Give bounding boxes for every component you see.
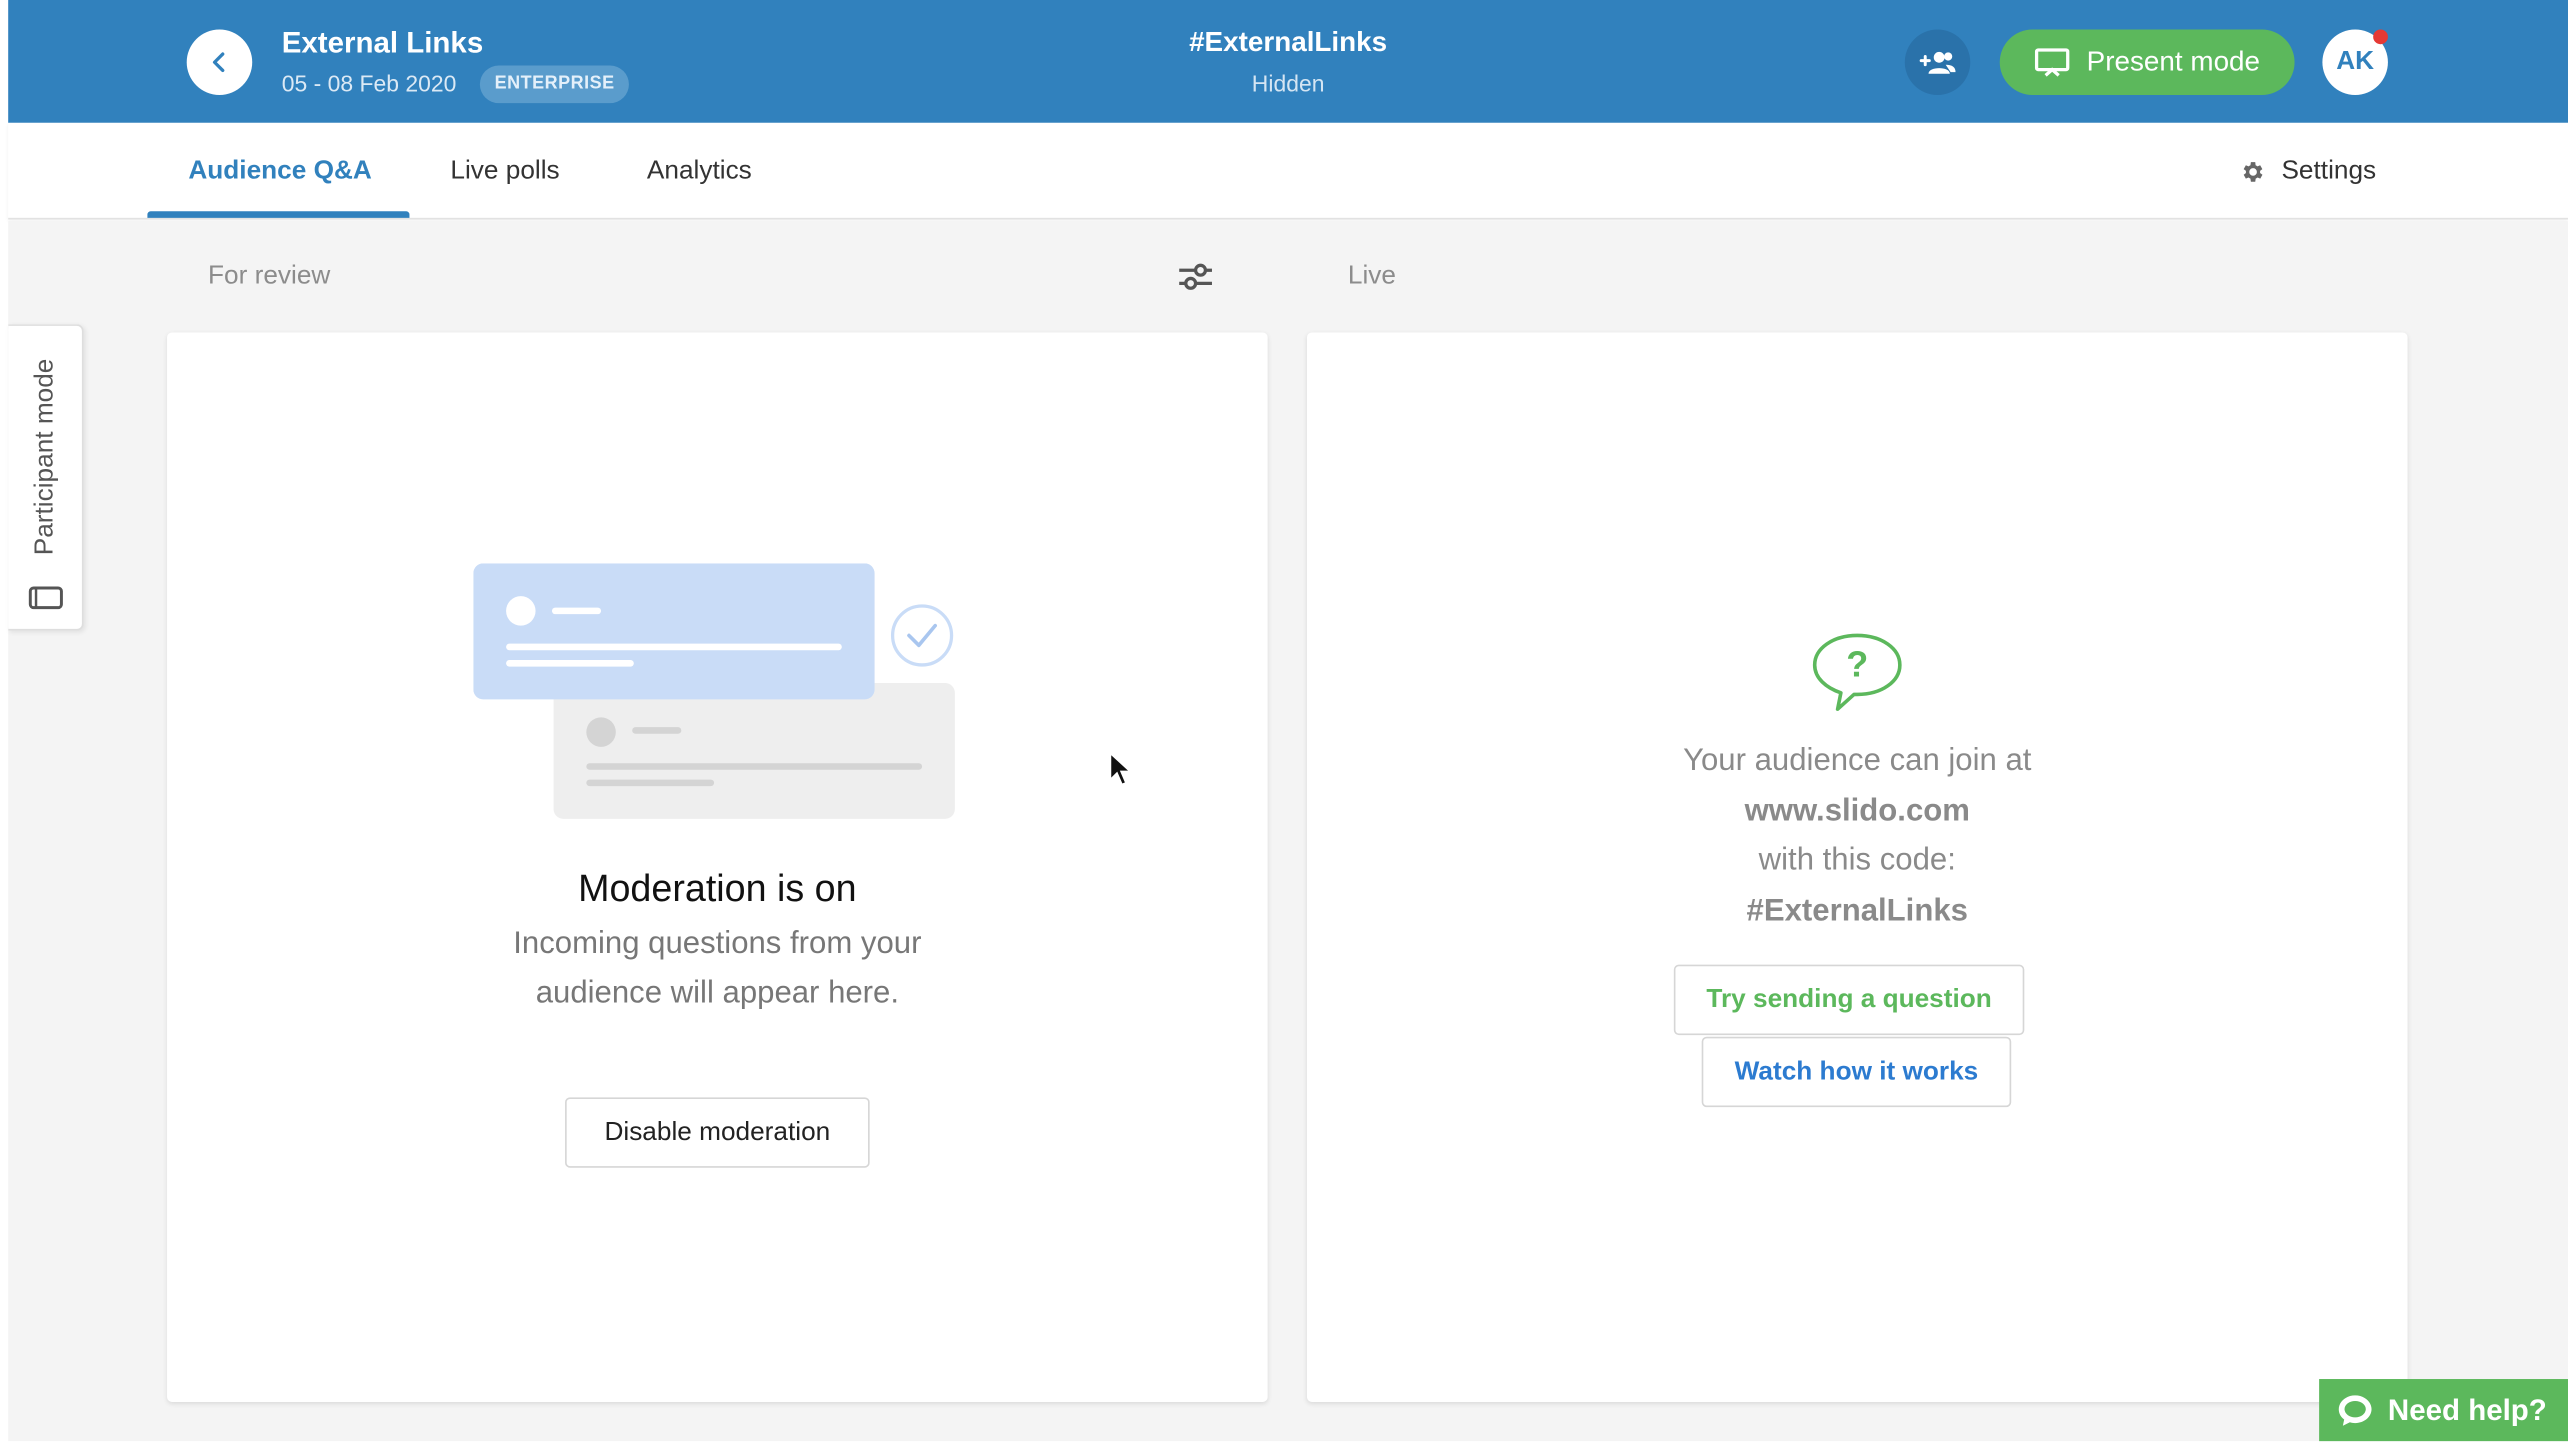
moderation-description: Incoming questions from your audience wi… [513,926,922,1011]
present-mode-label: Present mode [2086,45,2261,77]
moderation-illustration [473,563,955,819]
join-code: #ExternalLinks [1746,893,1968,928]
disable-moderation-button[interactable]: Disable moderation [565,1097,870,1168]
need-help-button[interactable]: Need help? [2319,1379,2568,1442]
settings-button[interactable]: Settings [2239,157,2376,186]
moderation-title: Moderation is on [578,866,857,909]
add-user-icon [1919,51,1956,74]
gear-icon [2243,162,2263,182]
chat-bubble-icon [2338,1395,2372,1426]
join-line-1: Your audience can join at [1683,743,2032,778]
tab-analytics[interactable]: Analytics [647,157,752,186]
filter-sliders-icon[interactable] [1178,260,1214,293]
mouse-cursor-icon [1109,751,1132,786]
monitor-icon [2035,48,2070,77]
join-url: www.slido.com [1744,793,1970,828]
present-mode-button[interactable]: Present mode [1999,29,2295,95]
top-header: External Links 05 - 08 Feb 2020 ENTERPRI… [8,0,2568,123]
add-user-button[interactable] [1904,29,1971,95]
join-line-3: with this code: [1758,843,1956,878]
device-icon [28,586,63,610]
window-edge [0,0,9,1442]
review-panel: Moderation is on Incoming questions from… [167,332,1268,1402]
svg-text:?: ? [1846,643,1868,684]
participant-mode-tab[interactable]: Participant mode [8,324,84,631]
participant-mode-label: Participant mode [31,358,59,556]
live-label: Live [1347,262,1396,290]
tab-audience-qa[interactable]: Audience Q&A [188,157,371,186]
try-sending-question-button[interactable]: Try sending a question [1673,964,2025,1036]
for-review-label: For review [208,262,331,290]
settings-label: Settings [2281,157,2377,186]
tab-live-polls[interactable]: Live polls [450,157,559,186]
watch-how-it-works-button[interactable]: Watch how it works [1701,1036,2012,1108]
tab-bar: Audience Q&A Live polls Analytics Settin… [8,122,2568,220]
need-help-label: Need help? [2387,1392,2547,1426]
notification-dot [2373,29,2388,45]
join-instructions: Your audience can join at www.slido.com … [1307,737,2408,937]
active-tab-indicator [147,211,410,218]
main-content: For review Live Moderation is on Incomin… [8,221,2568,1442]
question-bubble-icon: ? [1812,633,1902,711]
app-window: External Links 05 - 08 Feb 2020 ENTERPRI… [0,0,2568,1442]
live-panel: ? Your audience can join at www.slido.co… [1306,332,2408,1402]
